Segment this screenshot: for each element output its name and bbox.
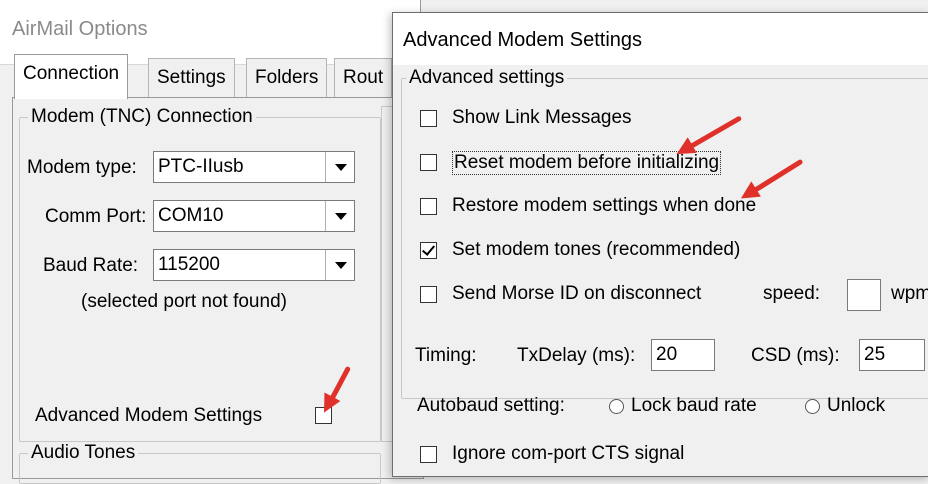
speed-label: speed: xyxy=(763,283,821,304)
modem-type-value: PTC-IIusb xyxy=(158,156,244,177)
dialog-title-bar: Advanced Modem Settings xyxy=(393,13,928,65)
comm-port-label: Comm Port: xyxy=(45,206,147,227)
chevron-down-icon[interactable] xyxy=(325,201,354,231)
unlock-label: Unlock xyxy=(827,395,886,416)
modem-group-legend: Modem (TNC) Connection xyxy=(28,106,256,128)
baud-rate-label: Baud Rate: xyxy=(43,255,139,276)
tab-connection[interactable]: Connection xyxy=(14,54,129,99)
dialog-title: Advanced Modem Settings xyxy=(403,29,643,51)
ignore-cts-checkbox[interactable] xyxy=(420,446,437,463)
baud-rate-select[interactable]: 115200 xyxy=(153,249,355,281)
airmail-options-window: AirMail Options Connection Settings Fold… xyxy=(0,0,424,484)
set-modem-tones-checkbox[interactable] xyxy=(420,242,437,259)
morse-speed-input[interactable] xyxy=(847,279,881,311)
lock-baud-rate-radio[interactable] xyxy=(609,399,624,414)
set-modem-tones-label: Set modem tones (recommended) xyxy=(452,239,741,260)
ignore-cts-label: Ignore com-port CTS signal xyxy=(452,443,685,464)
modem-type-label: Modem type: xyxy=(27,157,137,178)
advanced-settings-legend: Advanced settings xyxy=(406,67,568,89)
lock-baud-rate-label: Lock baud rate xyxy=(631,395,757,416)
tab-routing[interactable]: Rout xyxy=(334,58,393,97)
show-link-messages-checkbox[interactable] xyxy=(420,110,437,127)
timing-label: Timing: xyxy=(415,345,477,366)
unlock-radio[interactable] xyxy=(805,399,820,414)
restore-modem-checkbox[interactable] xyxy=(420,198,437,215)
comm-port-value: COM10 xyxy=(158,205,224,226)
csd-input[interactable]: 25 xyxy=(859,339,925,371)
send-morse-id-label: Send Morse ID on disconnect xyxy=(452,283,702,304)
chevron-down-icon[interactable] xyxy=(325,152,354,182)
txdelay-value: 20 xyxy=(656,344,678,365)
modem-type-select[interactable]: PTC-IIusb xyxy=(153,151,355,183)
show-link-messages-label: Show Link Messages xyxy=(452,107,632,128)
txdelay-input[interactable]: 20 xyxy=(651,339,715,371)
tab-settings[interactable]: Settings xyxy=(148,58,235,97)
window-title: AirMail Options xyxy=(12,18,148,40)
wpm-label: wpm xyxy=(891,283,928,304)
tab-folders[interactable]: Folders xyxy=(246,58,328,97)
audio-tones-legend: Audio Tones xyxy=(28,442,139,464)
txdelay-label: TxDelay (ms): xyxy=(517,345,636,366)
chevron-down-icon[interactable] xyxy=(325,250,354,280)
connection-tab-panel: Modem (TNC) Connection Modem type: PTC-I… xyxy=(12,97,424,484)
send-morse-id-checkbox[interactable] xyxy=(420,286,437,303)
csd-value: 25 xyxy=(864,344,886,365)
csd-label: CSD (ms): xyxy=(751,345,840,366)
audio-tones-group: Audio Tones xyxy=(19,442,381,484)
baud-rate-value: 115200 xyxy=(158,254,220,275)
restore-modem-label: Restore modem settings when done xyxy=(452,195,757,216)
port-status-text: (selected port not found) xyxy=(81,291,287,312)
comm-port-select[interactable]: COM10 xyxy=(153,200,355,232)
reset-modem-checkbox[interactable] xyxy=(420,154,437,171)
autobaud-label: Autobaud setting: xyxy=(417,395,565,416)
advanced-modem-settings-label: Advanced Modem Settings xyxy=(35,405,263,426)
advanced-modem-settings-dialog: Advanced Modem Settings Advanced setting… xyxy=(392,12,928,477)
